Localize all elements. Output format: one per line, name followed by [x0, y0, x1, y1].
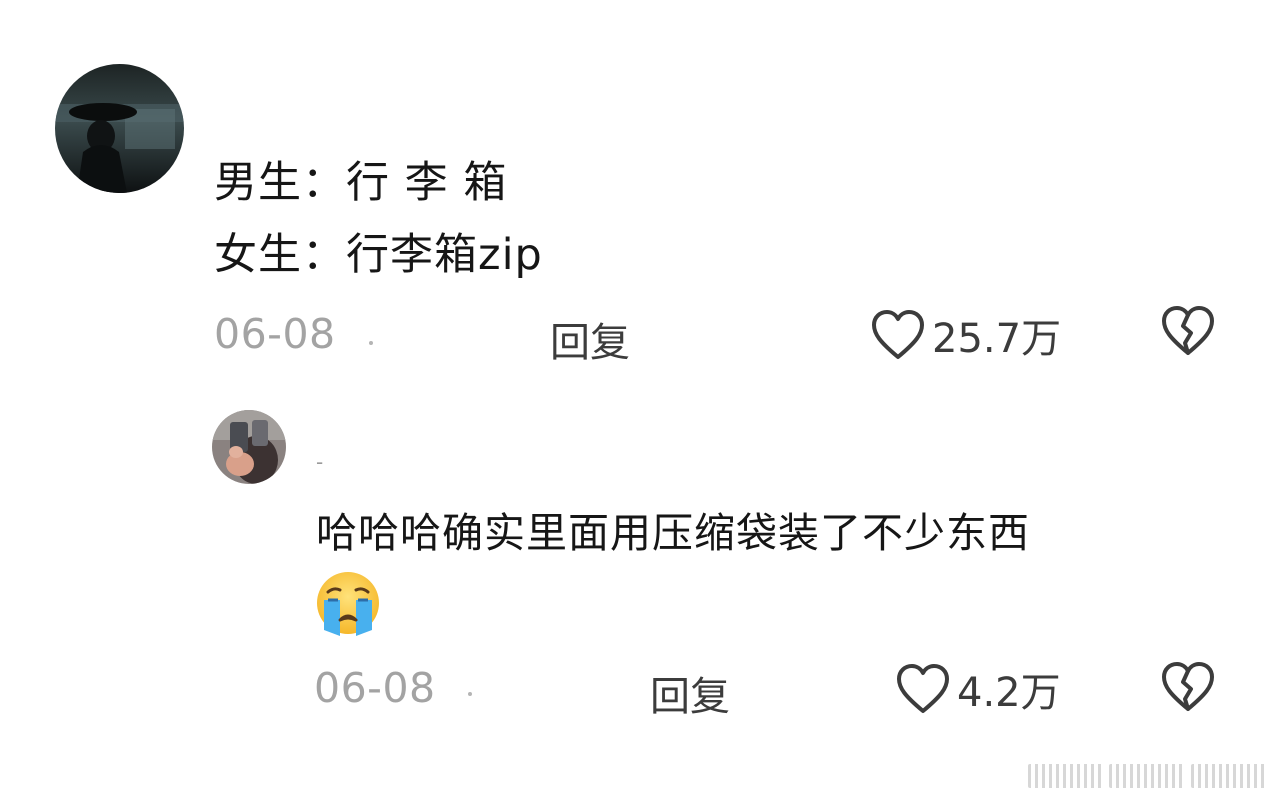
comment-1-text-line-2: 女生：行李箱zip	[214, 230, 543, 280]
comment-2-like-count: 4.2万	[957, 670, 1061, 716]
comment-1-like-button[interactable]: 25.7万	[870, 306, 1061, 364]
heart-outline-icon	[895, 662, 951, 716]
comment-2-dislike-button[interactable]	[1160, 660, 1216, 714]
comment-2-avatar[interactable]	[212, 410, 286, 484]
comment-2-reply-button[interactable]: 回复	[650, 664, 730, 722]
comment-2-text-line-1: 哈哈哈确实里面用压缩袋装了不少东西	[316, 509, 1030, 557]
watermark-logo	[1028, 764, 1266, 788]
heart-outline-icon	[870, 308, 926, 362]
separator-dot	[369, 341, 373, 345]
comment-1-reply-button[interactable]: 回复	[550, 310, 630, 368]
comment-2-like-button[interactable]: 4.2万	[895, 660, 1061, 718]
broken-heart-icon	[1160, 304, 1216, 358]
comment-1-like-count: 25.7万	[932, 316, 1062, 362]
comment-2-date: 06-08	[314, 664, 436, 712]
separator-dot	[468, 692, 472, 696]
comment-1-text-line-1: 男生：行 李 箱	[214, 158, 508, 208]
comment-2-username[interactable]: -	[316, 450, 323, 474]
crying-face-emoji	[314, 570, 382, 636]
comment-1-date: 06-08	[214, 310, 336, 358]
broken-heart-icon	[1160, 660, 1216, 714]
comment-thread: 男生：行 李 箱 女生：行李箱zip 06-08 回复 25.7万 - 哈哈哈确…	[0, 0, 1284, 802]
comment-1-dislike-button[interactable]	[1160, 304, 1216, 358]
comment-1-avatar[interactable]	[55, 64, 184, 193]
